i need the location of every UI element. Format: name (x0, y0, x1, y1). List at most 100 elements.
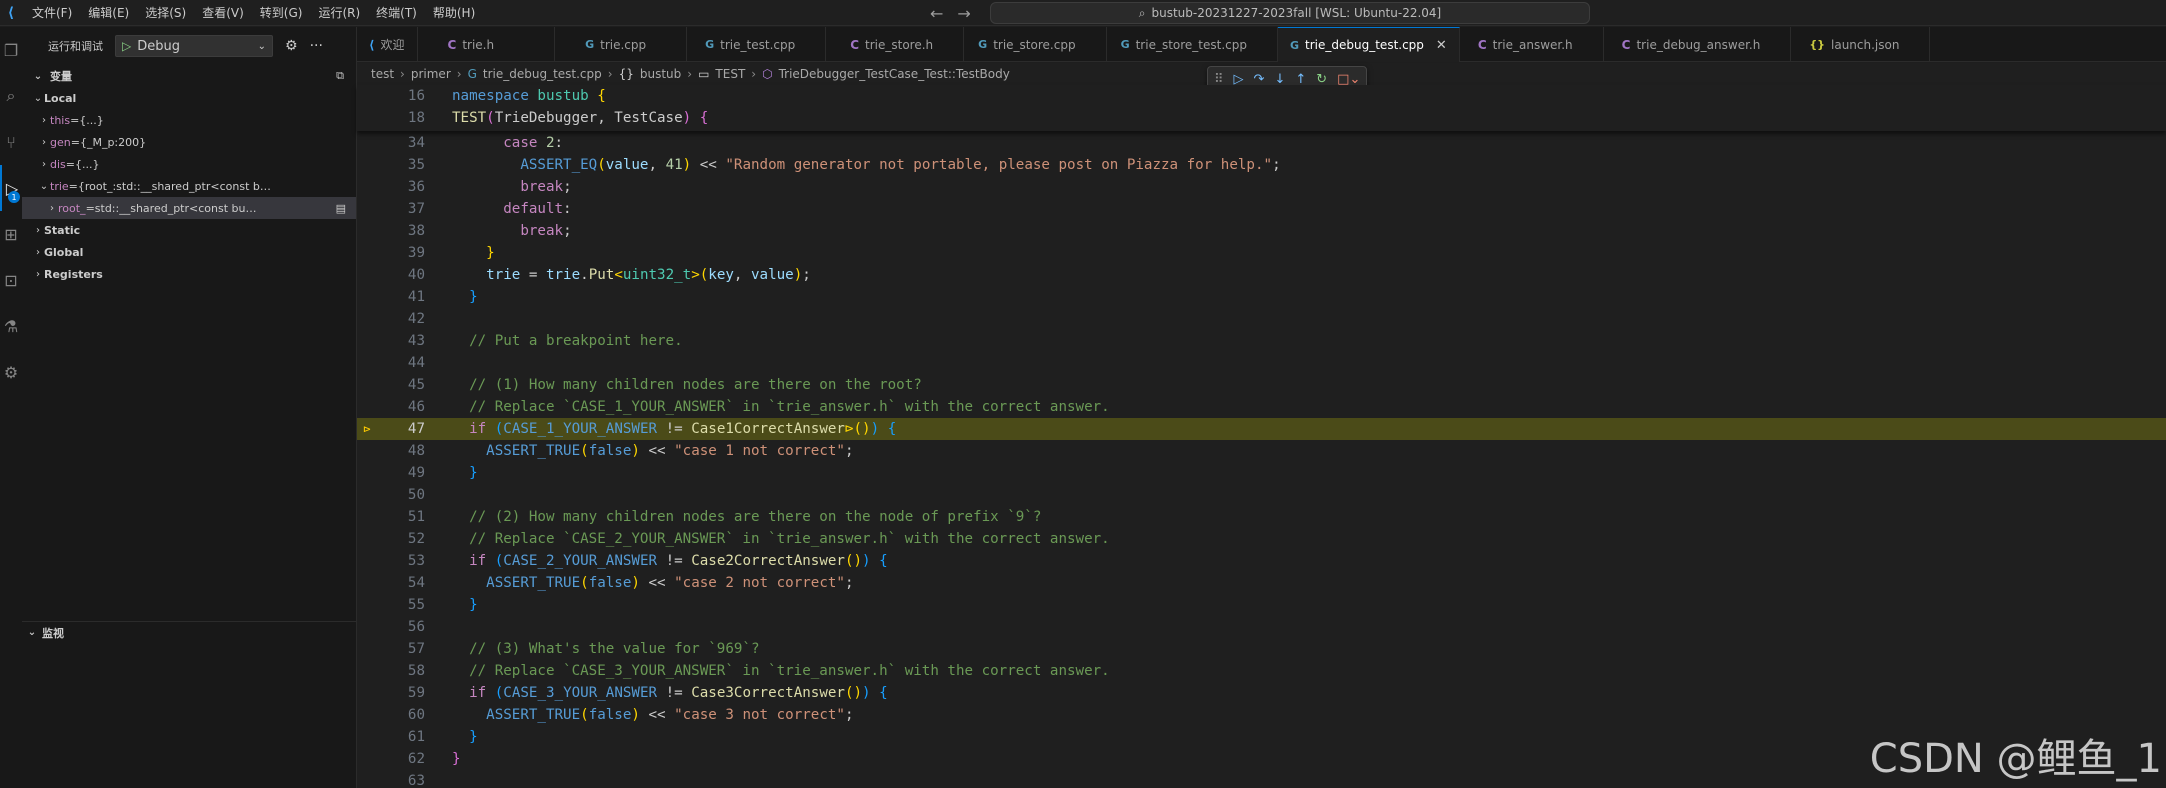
explorer-icon[interactable]: ❐ (0, 27, 22, 73)
tab-label: 欢迎 (380, 38, 405, 52)
code-line: 18 TEST(TrieDebugger, TestCase) { (357, 107, 2166, 129)
line-number: 41 (407, 289, 425, 305)
menu-go[interactable]: 转到(G) (252, 0, 311, 26)
line-number: 53 (407, 553, 425, 569)
scope-static[interactable]: › Static (22, 219, 356, 241)
breakpoint-current-icon[interactable]: ⊳ (357, 422, 377, 436)
line-number: 35 (407, 157, 425, 173)
code-editor[interactable]: 16 namespace bustub { 18 TEST(TrieDebugger… (357, 85, 2166, 788)
tab-trie-cpp[interactable]: Gtrie.cpp (555, 27, 688, 62)
forward-arrow-icon[interactable]: → (957, 4, 970, 23)
collapse-all-icon[interactable]: ⧉ (336, 69, 344, 83)
line-number: 39 (407, 245, 425, 261)
breadcrumb-item[interactable]: test (371, 67, 394, 81)
breadcrumb-item[interactable]: trie_debug_test.cpp (483, 67, 602, 81)
line-number: 50 (407, 487, 425, 503)
line-number: 48 (407, 443, 425, 459)
tab-label: trie_debug_test.cpp (1305, 38, 1424, 52)
close-icon[interactable]: ✕ (1436, 38, 1447, 53)
variable-row[interactable]: › gen = {_M_p:200} (22, 131, 356, 153)
search-icon: ⌕ (1138, 5, 1146, 20)
scope-label: Local (44, 91, 77, 105)
start-debugging-icon[interactable]: ▷ (122, 39, 131, 53)
variable-row[interactable]: › dis = {...} (22, 153, 356, 175)
line-number: 49 (407, 465, 425, 481)
chevron-down-icon: ⌄ (33, 70, 43, 82)
extensions-icon[interactable]: ⊞ (0, 211, 22, 257)
vscode-icon: ⟨ (369, 37, 375, 52)
menu-bar: 文件(F) 编辑(E) 选择(S) 查看(V) 转到(G) 运行(R) 终端(T… (24, 0, 483, 26)
command-center-search[interactable]: ⌕ bustub-20231227-2023fall [WSL: Ubuntu-… (990, 2, 1590, 24)
variable-value: {root_:std::__shared_ptr<const b… (77, 179, 271, 193)
gear-icon[interactable]: ⚙ (285, 38, 298, 54)
code-line: 42 (357, 308, 2166, 330)
variable-row-selected[interactable]: › root_ = std::__shared_ptr<const bu… ▤ (22, 197, 356, 219)
variable-value: std::__shared_ptr<const bu… (94, 201, 257, 215)
scope-global[interactable]: › Global (22, 241, 356, 263)
tab-label: trie_store_test.cpp (1135, 37, 1247, 52)
menu-file[interactable]: 文件(F) (24, 0, 80, 26)
tab-trie-store-test-cpp[interactable]: Gtrie_store_test.cpp (1107, 27, 1278, 62)
sticky-scroll[interactable]: 16 namespace bustub { 18 TEST(TrieDebugger… (357, 85, 2166, 131)
tab-trie-store-h[interactable]: Ctrie_store.h (826, 27, 965, 62)
c-icon: C (850, 37, 860, 52)
testing-icon[interactable]: ⚗ (0, 303, 22, 349)
chevron-down-icon: ⌄ (39, 180, 49, 192)
current-execution-line: ⊳ 47 if (CASE_1_YOUR_ANSWER != Case1Corre… (357, 418, 2166, 440)
menu-terminal[interactable]: 终端(T) (368, 0, 425, 26)
line-number: 42 (407, 311, 425, 327)
variable-row[interactable]: › this = {...} (22, 109, 356, 131)
menu-edit[interactable]: 编辑(E) (80, 0, 137, 26)
line-number: 55 (407, 597, 425, 613)
tab-label: trie.cpp (600, 37, 647, 52)
title-bar: ⟨ 文件(F) 编辑(E) 选择(S) 查看(V) 转到(G) 运行(R) 终端… (0, 0, 2166, 26)
back-arrow-icon[interactable]: ← (930, 4, 943, 23)
menu-help[interactable]: 帮助(H) (425, 0, 483, 26)
variables-section-header[interactable]: ⌄ 变量 ⧉ (22, 65, 356, 87)
source-control-icon[interactable]: ⑂ (0, 119, 22, 165)
watch-title: 监视 (42, 626, 64, 640)
variable-name: dis (50, 157, 66, 171)
tab-trie-h[interactable]: Ctrie.h (418, 27, 556, 62)
code-line: 55 } (357, 594, 2166, 616)
tab-welcome[interactable]: ⟨ 欢迎 (357, 27, 418, 62)
cpp-icon: G (1120, 38, 1130, 51)
namespace-icon: {} (618, 67, 634, 81)
menu-run[interactable]: 运行(R) (310, 0, 368, 26)
editor-tabs: ⟨ 欢迎 Ctrie.h Gtrie.cpp Gtrie_test.cpp Ctr… (357, 27, 2166, 62)
remote-explorer-icon[interactable]: ⊡ (0, 257, 22, 303)
code-line: 43 // Put a breakpoint here. (357, 330, 2166, 352)
view-binary-icon[interactable]: ▤ (336, 202, 346, 215)
breadcrumb-item[interactable]: TEST (715, 67, 745, 81)
breadcrumb-item[interactable]: TrieDebugger_TestCase_Test::TestBody (779, 67, 1010, 81)
variable-name: gen (50, 135, 71, 149)
tab-launch-json[interactable]: {} launch.json (1791, 27, 1931, 62)
run-debug-icon[interactable]: ▷ 1 (0, 165, 22, 211)
line-number: 58 (407, 663, 425, 679)
line-number: 43 (407, 333, 425, 349)
variable-row[interactable]: ⌄ trie = {root_:std::__shared_ptr<const … (22, 175, 356, 197)
code-line: 39 } (357, 242, 2166, 264)
breadcrumb-item[interactable]: bustub (640, 67, 681, 81)
tab-trie-debug-answer-h[interactable]: Ctrie_debug_answer.h (1604, 27, 1792, 62)
scope-local[interactable]: ⌄ Local (22, 87, 356, 109)
c-icon: C (447, 37, 457, 52)
code-line: 40 trie = trie.Put<uint32_t>(key, value)… (357, 264, 2166, 286)
breadcrumb-item[interactable]: primer (411, 67, 451, 81)
menu-view[interactable]: 查看(V) (194, 0, 252, 26)
launch-config-select[interactable]: ▷ Debug ⌄ (115, 35, 273, 57)
more-actions-icon[interactable]: ··· (310, 38, 323, 54)
variable-value: {_M_p:200} (79, 135, 147, 149)
scope-registers[interactable]: › Registers (22, 263, 356, 285)
chevron-down-icon: ⌄ (257, 40, 266, 52)
tab-trie-store-cpp[interactable]: Gtrie_store.cpp (964, 27, 1107, 62)
menu-selection[interactable]: 选择(S) (137, 0, 194, 26)
tab-trie-test-cpp[interactable]: Gtrie_test.cpp (687, 27, 827, 62)
code-line: 54 ASSERT_TRUE(false) << "case 2 not cor… (357, 572, 2166, 594)
tab-trie-answer-h[interactable]: Ctrie_answer.h (1460, 27, 1604, 62)
search-activity-icon[interactable]: ⌕ (0, 73, 22, 119)
watch-section-header[interactable]: ⌄ 监视 (22, 621, 357, 643)
chevron-right-icon: › (42, 114, 46, 126)
containers-icon[interactable]: ⚙ (0, 349, 22, 395)
tab-trie-debug-test-cpp[interactable]: Gtrie_debug_test.cpp ✕ (1278, 27, 1460, 62)
